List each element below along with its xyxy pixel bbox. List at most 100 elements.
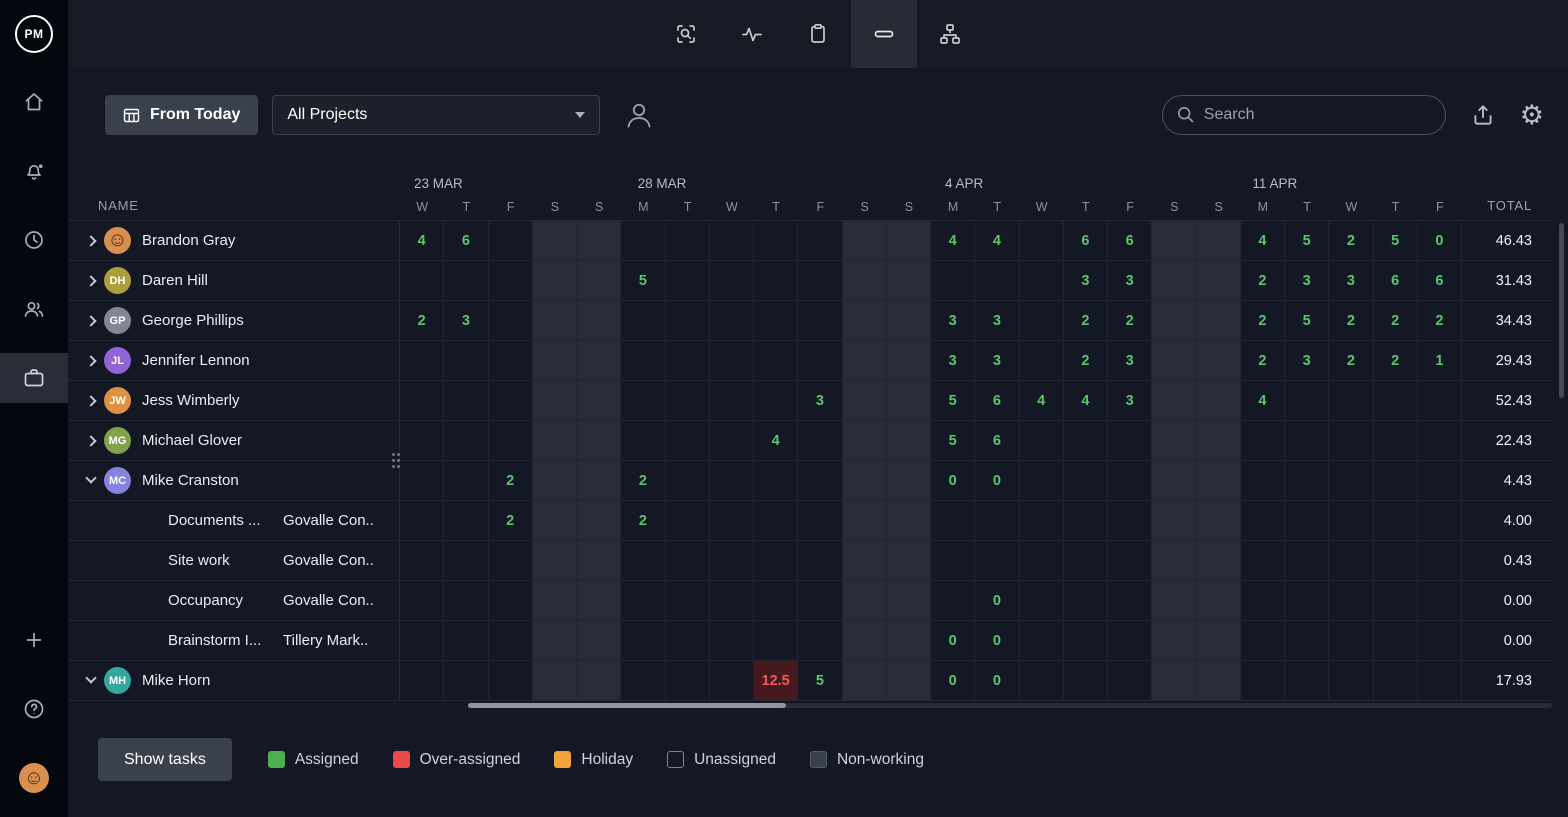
day-cell[interactable] [1152, 381, 1196, 420]
day-cell[interactable]: 4 [1241, 381, 1285, 420]
day-cell[interactable] [798, 301, 842, 340]
day-cell[interactable] [577, 581, 621, 620]
day-cell[interactable] [975, 261, 1019, 300]
day-cell[interactable] [1197, 341, 1241, 380]
day-cell[interactable]: 3 [444, 301, 488, 340]
day-cell[interactable] [843, 421, 887, 460]
day-cell[interactable] [444, 381, 488, 420]
day-cell[interactable]: 5 [1374, 221, 1418, 260]
day-cell[interactable] [489, 661, 533, 700]
day-cell[interactable] [444, 581, 488, 620]
from-today-button[interactable]: From Today [105, 95, 258, 135]
day-cell[interactable]: 5 [1285, 301, 1329, 340]
day-cell[interactable] [843, 661, 887, 700]
day-cell[interactable]: 5 [1285, 221, 1329, 260]
day-cell[interactable] [577, 421, 621, 460]
day-cell[interactable] [621, 341, 665, 380]
day-cell[interactable] [621, 421, 665, 460]
day-cell[interactable] [710, 221, 754, 260]
day-cell[interactable] [621, 301, 665, 340]
day-cell[interactable]: 4 [1241, 221, 1285, 260]
expand-chevron-icon[interactable] [85, 275, 96, 286]
day-cell[interactable] [798, 221, 842, 260]
day-cell[interactable]: 2 [1241, 341, 1285, 380]
day-cell[interactable] [843, 301, 887, 340]
day-cell[interactable] [754, 381, 798, 420]
day-cell[interactable] [533, 661, 577, 700]
day-cell[interactable]: 6 [1374, 261, 1418, 300]
day-cell[interactable] [666, 661, 710, 700]
day-cell[interactable]: 0 [1418, 221, 1462, 260]
day-cell[interactable]: 0 [975, 661, 1019, 700]
day-cell[interactable]: 4 [1020, 381, 1064, 420]
day-cell[interactable] [1152, 621, 1196, 660]
day-cell[interactable] [1418, 501, 1462, 540]
day-cell[interactable] [1197, 581, 1241, 620]
day-cell[interactable] [1285, 621, 1329, 660]
day-cell[interactable] [533, 461, 577, 500]
day-cell[interactable] [1374, 621, 1418, 660]
day-cell[interactable] [1418, 421, 1462, 460]
day-cell[interactable] [621, 661, 665, 700]
day-cell[interactable] [1064, 541, 1108, 580]
day-cell[interactable]: 1 [1418, 341, 1462, 380]
day-cell[interactable]: 4 [1064, 381, 1108, 420]
day-cell[interactable] [666, 581, 710, 620]
day-cell[interactable] [1285, 581, 1329, 620]
day-cell[interactable] [1020, 421, 1064, 460]
vertical-scrollbar-thumb[interactable] [1559, 223, 1564, 398]
day-cell[interactable] [1197, 261, 1241, 300]
day-cell[interactable] [1197, 381, 1241, 420]
day-cell[interactable] [1374, 661, 1418, 700]
day-cell[interactable] [1418, 541, 1462, 580]
day-cell[interactable] [975, 541, 1019, 580]
day-cell[interactable] [843, 381, 887, 420]
day-cell[interactable] [1285, 661, 1329, 700]
day-cell[interactable] [1374, 501, 1418, 540]
day-cell[interactable]: 0 [931, 621, 975, 660]
day-cell[interactable] [1020, 501, 1064, 540]
day-cell[interactable] [533, 341, 577, 380]
day-cell[interactable] [489, 341, 533, 380]
day-cell[interactable] [489, 261, 533, 300]
day-cell[interactable] [666, 621, 710, 660]
day-cell[interactable] [577, 661, 621, 700]
day-cell[interactable] [931, 501, 975, 540]
day-cell[interactable] [1197, 661, 1241, 700]
day-cell[interactable] [843, 501, 887, 540]
sidebar-item-time[interactable] [0, 215, 68, 265]
day-cell[interactable] [1152, 661, 1196, 700]
day-cell[interactable] [621, 221, 665, 260]
day-cell[interactable]: 2 [1241, 301, 1285, 340]
day-cell[interactable] [710, 541, 754, 580]
day-cell[interactable] [754, 341, 798, 380]
day-cell[interactable] [887, 501, 931, 540]
day-cell[interactable] [1329, 501, 1373, 540]
day-cell[interactable] [666, 261, 710, 300]
day-cell[interactable]: 3 [1064, 261, 1108, 300]
day-cell[interactable] [887, 621, 931, 660]
day-cell[interactable]: 3 [931, 341, 975, 380]
day-cell[interactable] [1020, 621, 1064, 660]
day-cell[interactable] [489, 221, 533, 260]
day-cell[interactable] [577, 261, 621, 300]
day-cell[interactable]: 2 [1064, 341, 1108, 380]
day-cell[interactable]: 3 [931, 301, 975, 340]
day-cell[interactable] [887, 581, 931, 620]
day-cell[interactable] [577, 541, 621, 580]
day-cell[interactable] [1020, 261, 1064, 300]
day-cell[interactable] [400, 621, 444, 660]
day-cell[interactable] [1020, 461, 1064, 500]
day-cell[interactable] [1152, 261, 1196, 300]
day-cell[interactable] [1418, 661, 1462, 700]
expand-chevron-icon[interactable] [85, 435, 96, 446]
day-cell[interactable] [1152, 341, 1196, 380]
day-cell[interactable] [1108, 621, 1152, 660]
day-cell[interactable] [666, 301, 710, 340]
day-cell[interactable] [1197, 421, 1241, 460]
day-cell[interactable]: 3 [1285, 261, 1329, 300]
day-cell[interactable] [1329, 541, 1373, 580]
day-cell[interactable]: 2 [1374, 301, 1418, 340]
day-cell[interactable]: 3 [975, 341, 1019, 380]
day-cell[interactable]: 5 [931, 381, 975, 420]
